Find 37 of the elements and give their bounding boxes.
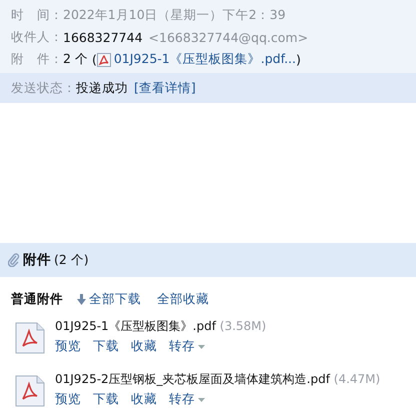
caret-icon [198,398,205,402]
status-label: 发送状态： [11,80,76,96]
file-name: 01J925-1《压型板图集》.pdf [55,319,216,333]
file-action-link[interactable]: 下载 [93,391,119,408]
field-label: 时 间： [11,7,63,24]
pdf-icon [96,52,111,66]
file-action-link[interactable]: 预览 [55,391,81,408]
attachments-title: 附件 [23,251,51,269]
file-size: (3.58M) [220,319,266,333]
save-to-menu[interactable]: 转存 [169,338,205,355]
recipient-email: <1668327744@qq.com> [148,30,308,45]
download-icon [77,294,86,305]
file-size: (4.47M) [334,372,380,386]
pdf-file-icon [15,322,45,354]
file-name: 01J925-2压型钢板_夹芯板屋面及墙体建筑构造.pdf [55,372,330,386]
field-label: 附 件： [11,51,63,68]
status-value: 投递成功 [76,80,128,96]
file-action-link[interactable]: 收藏 [131,338,157,355]
file-action-link[interactable]: 下载 [93,338,119,355]
time-value: 2022年1月10日（星期一）下午2：39 [63,7,286,24]
save-to-menu[interactable]: 转存 [169,391,205,408]
attachment-count: 2 个 [63,51,88,68]
attachments-count: (2 个) [54,252,89,268]
pdf-file-icon [15,375,45,407]
recipient-name: 1668327744 [63,30,143,45]
details-link[interactable]: [查看详情] [134,80,196,96]
paperclip-icon [8,253,20,267]
file-action-link[interactable]: 收藏 [131,391,157,408]
field-label: 收件人： [11,29,63,46]
group-title: 普通附件 [11,291,63,308]
save-all-link[interactable]: 全部收藏 [157,291,209,308]
file-action-link[interactable]: 预览 [55,338,81,355]
close-paren: ) [296,52,301,67]
download-all-link[interactable]: 全部下载 [77,291,141,308]
caret-icon [198,344,205,348]
open-paren: ( [92,52,97,67]
attachment-link[interactable]: 01J925-1《压型板图集》.pdf... [96,51,296,68]
